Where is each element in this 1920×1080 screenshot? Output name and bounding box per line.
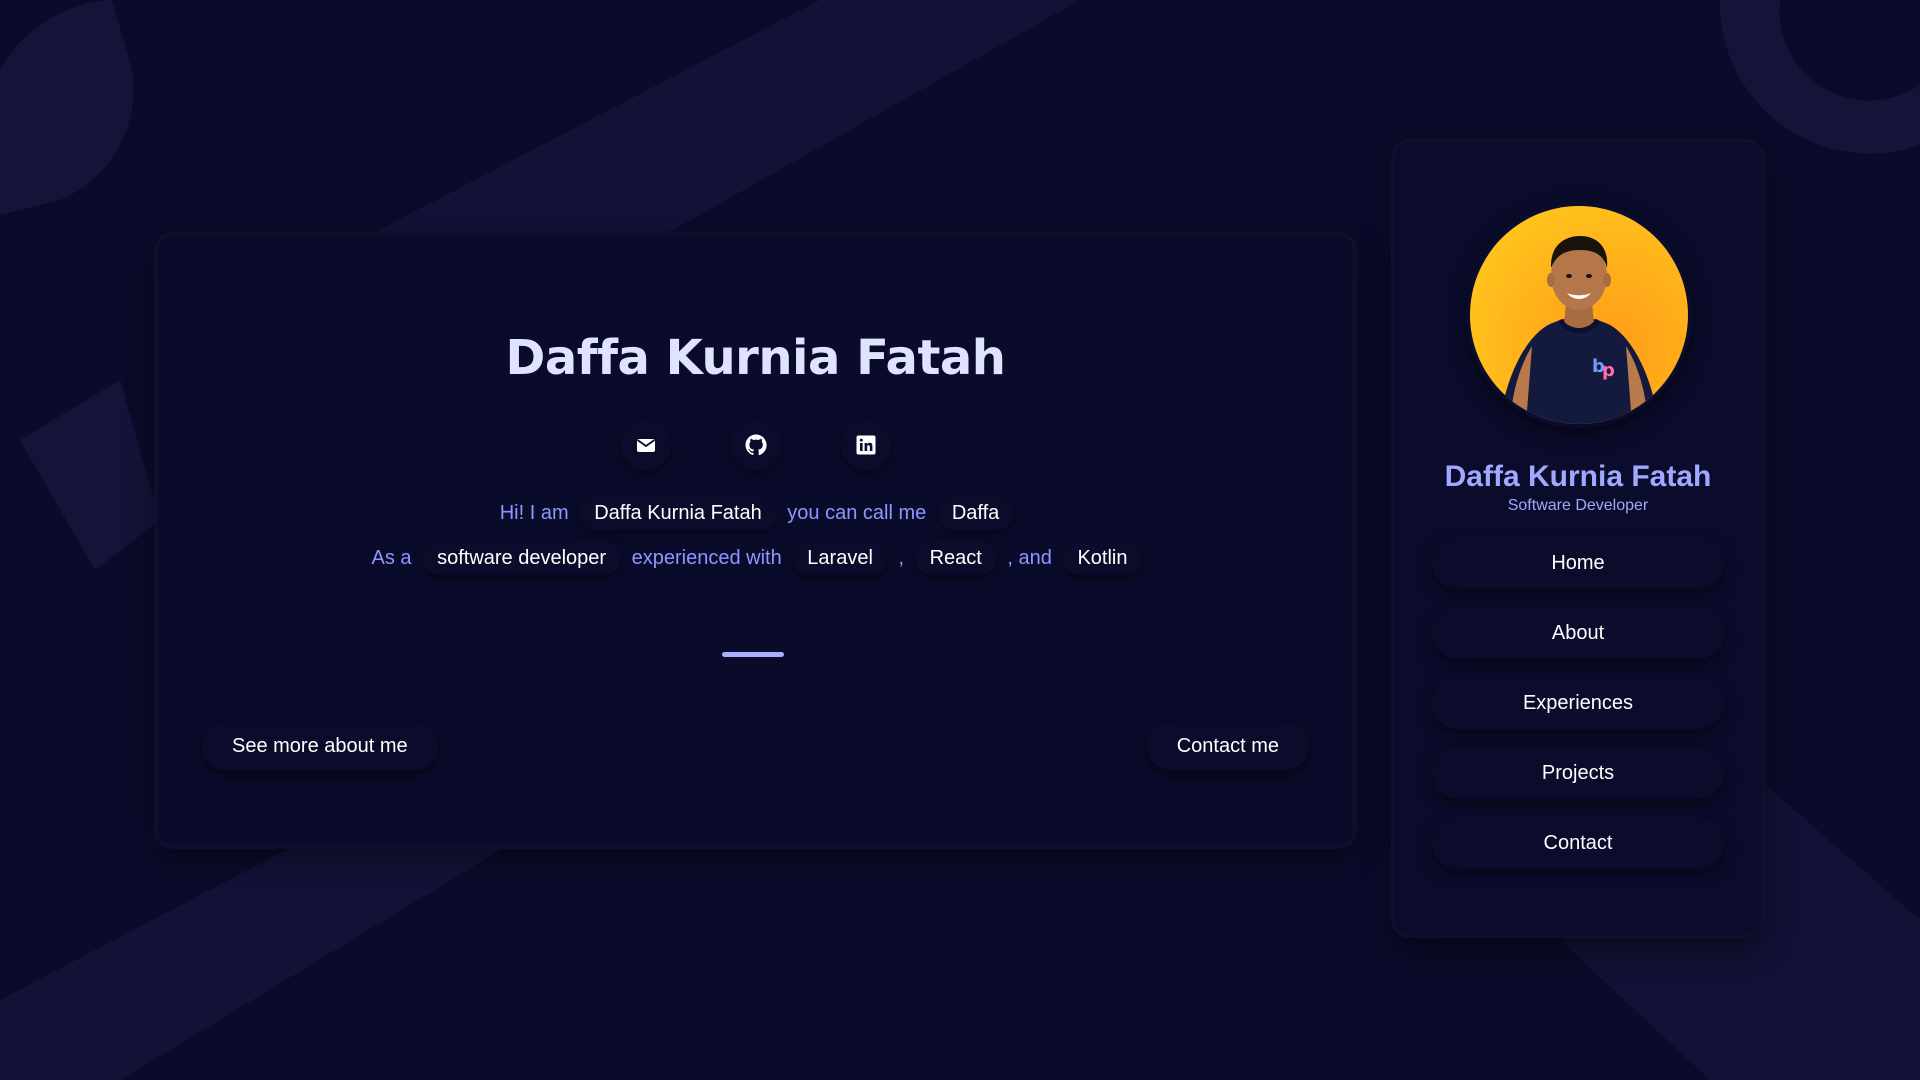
avatar-frame: b p <box>1466 202 1692 428</box>
skill-chip-kotlin: Kotlin <box>1063 542 1142 575</box>
skill-chip-laravel: Laravel <box>793 542 887 575</box>
avatar-portrait: b p <box>1500 236 1658 424</box>
bg-band-top <box>360 0 1080 260</box>
intro-text: Hi! I am <box>499 502 569 524</box>
page: Daffa Kurnia Fatah Hi! I am Daffa Kurnia… <box>0 0 1920 1080</box>
intro-line-1: Hi! I am Daffa Kurnia Fatah you can call… <box>157 497 1354 530</box>
role-chip: software developer <box>423 542 621 575</box>
hero-title: Daffa Kurnia Fatah <box>505 330 1006 386</box>
intro-separator: , and <box>1007 547 1052 569</box>
name-chip: Daffa Kurnia Fatah <box>580 497 776 530</box>
avatar: b p <box>1470 206 1688 424</box>
nickname-chip: Daffa <box>937 497 1014 530</box>
hero-card: Daffa Kurnia Fatah Hi! I am Daffa Kurnia… <box>157 235 1354 846</box>
sidebar-name: Daffa Kurnia Fatah <box>1444 460 1712 493</box>
intro-text: experienced with <box>631 547 782 569</box>
email-button[interactable] <box>620 420 671 470</box>
bg-ring-top-right <box>1719 0 1920 154</box>
nav-item-projects[interactable]: Projects <box>1432 747 1724 799</box>
linkedin-icon <box>856 435 875 455</box>
contact-me-button[interactable]: Contact me <box>1146 722 1309 770</box>
divider <box>722 652 784 657</box>
sidebar-nav: Home About Experiences Projects Contact <box>1432 537 1724 887</box>
github-button[interactable] <box>730 420 781 470</box>
intro-line-2: As a software developer experienced with… <box>157 542 1354 575</box>
intro-text: As a <box>371 547 412 569</box>
intro-separator: , <box>898 547 905 569</box>
skill-chip-react: React <box>915 542 996 575</box>
bg-arc-top-left <box>0 0 134 215</box>
nav-item-home[interactable]: Home <box>1432 537 1724 589</box>
nav-item-about[interactable]: About <box>1432 607 1724 659</box>
see-more-button[interactable]: See more about me <box>202 722 438 770</box>
sidebar: b p Daffa Kurnia Fatah Software Develope… <box>1394 142 1762 935</box>
social-links <box>157 420 1354 470</box>
sidebar-role: Software Developer <box>1507 497 1649 514</box>
nav-item-experiences[interactable]: Experiences <box>1432 677 1724 729</box>
svg-text:p: p <box>1602 360 1615 381</box>
linkedin-button[interactable] <box>840 420 891 470</box>
nav-item-contact[interactable]: Contact <box>1432 817 1724 869</box>
mail-icon <box>636 439 655 452</box>
bg-triangle-left <box>20 380 160 570</box>
github-icon <box>745 434 767 456</box>
intro-text: you can call me <box>787 502 927 524</box>
